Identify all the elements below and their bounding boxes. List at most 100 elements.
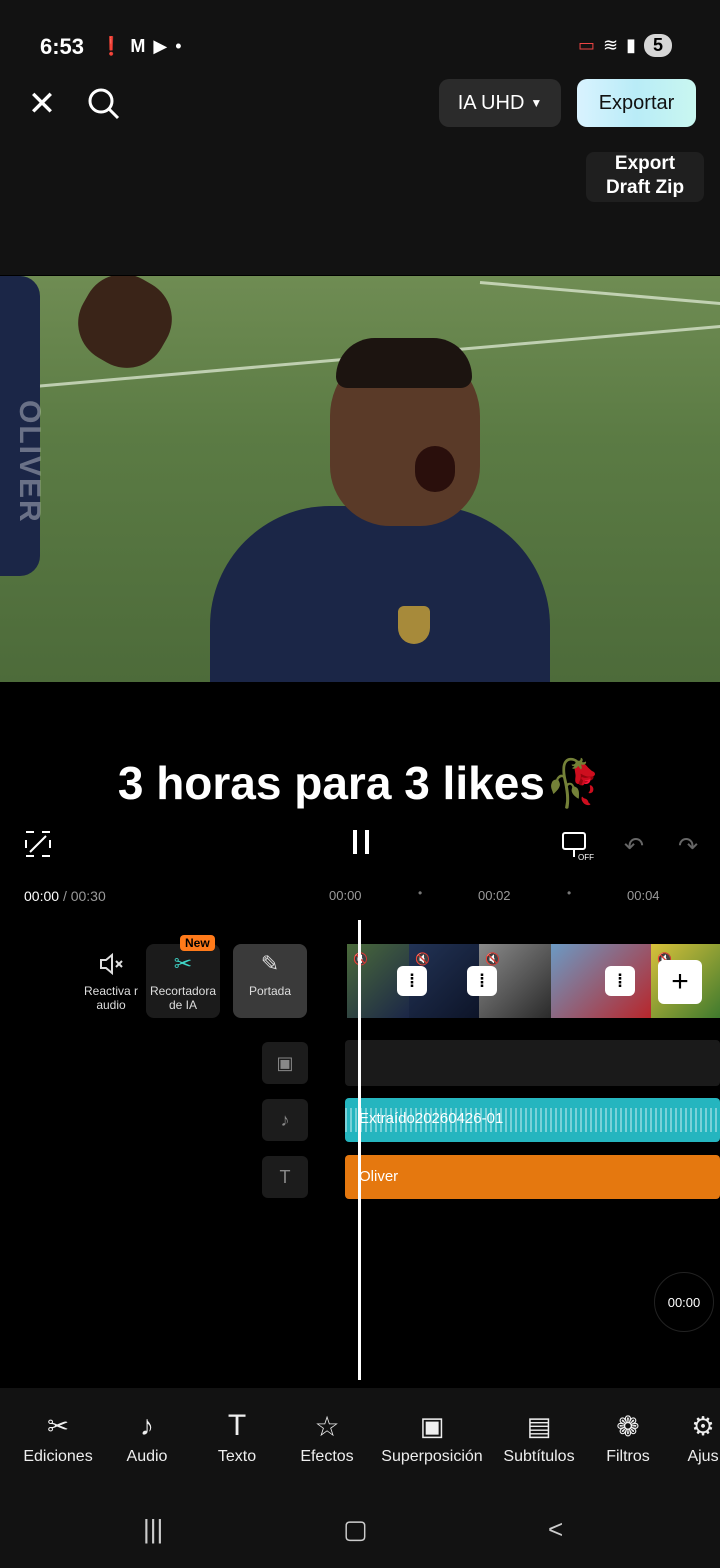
tool-ediciones[interactable]: ✂ Ediciones: [20, 1408, 96, 1466]
tool-label: Ediciones: [23, 1448, 93, 1465]
dot-icon: •: [175, 36, 182, 56]
total-time: / 00:30: [62, 888, 106, 904]
unmute-audio-label: Reactiva r audio: [83, 984, 139, 1012]
quality-label: IA UHD: [457, 91, 525, 114]
ai-cutter-label: Recortadora de IA: [149, 984, 217, 1012]
text-track-button[interactable]: T: [262, 1156, 308, 1198]
tool-ajustes[interactable]: ⚙ Ajus: [686, 1408, 720, 1466]
audio-clip[interactable]: Extraído20260426-01: [345, 1098, 720, 1142]
screen-off-icon: OFF: [562, 832, 594, 862]
tool-label: Efectos: [300, 1448, 354, 1465]
export-label: Exportar: [598, 91, 675, 114]
text-clip[interactable]: Oliver: [345, 1155, 720, 1199]
audio-track-button[interactable]: ♪: [262, 1099, 308, 1141]
ruler-tick: 00:02: [478, 888, 511, 903]
transition-button[interactable]: ⁞: [605, 966, 635, 996]
search-icon: [88, 88, 120, 120]
alert-icon: ❗: [100, 36, 123, 56]
clip-mute-icon: 🔇: [485, 952, 500, 966]
transition-button[interactable]: ⁞: [397, 966, 427, 996]
tool-texto[interactable]: T Texto: [208, 1408, 266, 1466]
clip-mute-icon: 🔇: [415, 952, 430, 966]
fullscreen-button[interactable]: [24, 830, 52, 858]
tool-label: Audio: [126, 1448, 168, 1465]
music-note-icon: ♪: [280, 1109, 290, 1130]
music-note-icon: ♪: [140, 1410, 154, 1441]
pause-icon-bar: [353, 830, 357, 854]
recents-button[interactable]: |||: [143, 1514, 163, 1545]
text-icon: T: [227, 1409, 247, 1442]
wifi-icon: ≋: [602, 35, 619, 55]
video-watermark: OLIVER: [13, 400, 46, 524]
cover-label: Portada: [248, 984, 292, 998]
time-counter: 00:00 / 00:30: [24, 888, 106, 904]
ruler-dot: •: [418, 886, 423, 900]
transition-button[interactable]: ⁞: [467, 966, 497, 996]
player-jersey: [210, 506, 550, 682]
player-hair: [336, 338, 472, 388]
text-clip-label: Oliver: [359, 1168, 399, 1185]
cover-button[interactable]: ✎ Portada: [233, 944, 307, 1018]
subtitles-icon: ▤: [526, 1410, 552, 1441]
svg-text:OFF: OFF: [578, 853, 594, 862]
overlay-track-icon: ▣: [276, 1052, 294, 1073]
adjust-icon: ⚙: [691, 1410, 715, 1441]
draft-label-line2: Draft Zip: [605, 177, 685, 198]
tool-filtros[interactable]: ❁ Filtros: [600, 1408, 656, 1466]
text-icon: T: [279, 1166, 291, 1187]
video-clip[interactable]: [551, 944, 651, 1018]
scissors-icon: ✂: [47, 1410, 69, 1441]
add-clip-button[interactable]: +: [658, 960, 702, 1004]
close-icon: ✕: [27, 85, 57, 123]
audio-clip-label: Extraído20260426-01: [359, 1110, 504, 1127]
playhead-time-bubble: 00:00: [654, 1272, 714, 1332]
video-caption-text[interactable]: 3 horas para 3 likes🥀: [0, 756, 720, 811]
unmute-audio-button[interactable]: Reactiva r audio: [74, 944, 148, 1018]
export-button[interactable]: Exportar: [577, 79, 696, 127]
ruler-dot: •: [567, 886, 572, 900]
tool-superposicion[interactable]: ▣ Superposición: [376, 1408, 488, 1466]
draft-label-line1: Export: [614, 153, 676, 174]
undo-button[interactable]: ↶: [624, 832, 652, 860]
overlay-track-button[interactable]: ▣: [262, 1042, 308, 1084]
quality-dropdown[interactable]: IA UHD ▼: [439, 79, 561, 127]
signal-icon: ▮: [626, 35, 636, 55]
home-button[interactable]: ▢: [343, 1514, 368, 1545]
notification-count-badge: 5: [643, 34, 672, 57]
chevron-down-icon: ▼: [530, 96, 543, 110]
plus-icon: +: [671, 965, 689, 998]
undo-icon: ↶: [624, 833, 645, 860]
ruler-tick: 00:04: [627, 888, 660, 903]
playhead[interactable]: [358, 920, 361, 1380]
video-preview[interactable]: [0, 276, 720, 682]
gmail-icon: M: [130, 36, 146, 56]
tool-label: Superposición: [381, 1448, 483, 1465]
back-icon: <: [548, 1514, 564, 1544]
recents-icon: |||: [143, 1514, 164, 1544]
pause-icon-bar: [365, 830, 369, 854]
export-draft-zip-button[interactable]: Export Draft Zip: [586, 152, 704, 202]
redo-button[interactable]: ↷: [678, 832, 706, 860]
jersey-crest: [398, 606, 430, 644]
tool-label: Texto: [217, 1448, 257, 1465]
status-notification-icons: ❗ M ▶ •: [100, 36, 182, 57]
search-button[interactable]: [84, 84, 124, 124]
status-system-icons: ▭ ≋ ▮ 5: [578, 34, 672, 57]
ruler-tick: 00:00: [329, 888, 362, 903]
speaker-mute-icon: [74, 944, 148, 984]
status-time: 6:53: [40, 34, 85, 59]
preview-off-toggle[interactable]: OFF: [560, 830, 596, 862]
overlay-track[interactable]: [345, 1040, 720, 1086]
tool-subtitulos[interactable]: ▤ Subtítulos: [498, 1408, 580, 1466]
tool-audio[interactable]: ♪ Audio: [118, 1408, 176, 1466]
new-badge: New: [180, 935, 215, 951]
tool-label: Filtros: [606, 1448, 650, 1465]
pause-button[interactable]: [348, 830, 374, 860]
close-button[interactable]: ✕: [22, 86, 62, 122]
tool-efectos[interactable]: ☆ Efectos: [294, 1408, 360, 1466]
back-button[interactable]: <: [548, 1514, 563, 1545]
star-effects-icon: ☆: [314, 1410, 340, 1442]
ai-cutter-button[interactable]: ✂ Recortadora de IA: [146, 944, 220, 1018]
pencil-icon: ✎: [260, 951, 280, 976]
player-mouth: [415, 446, 455, 492]
